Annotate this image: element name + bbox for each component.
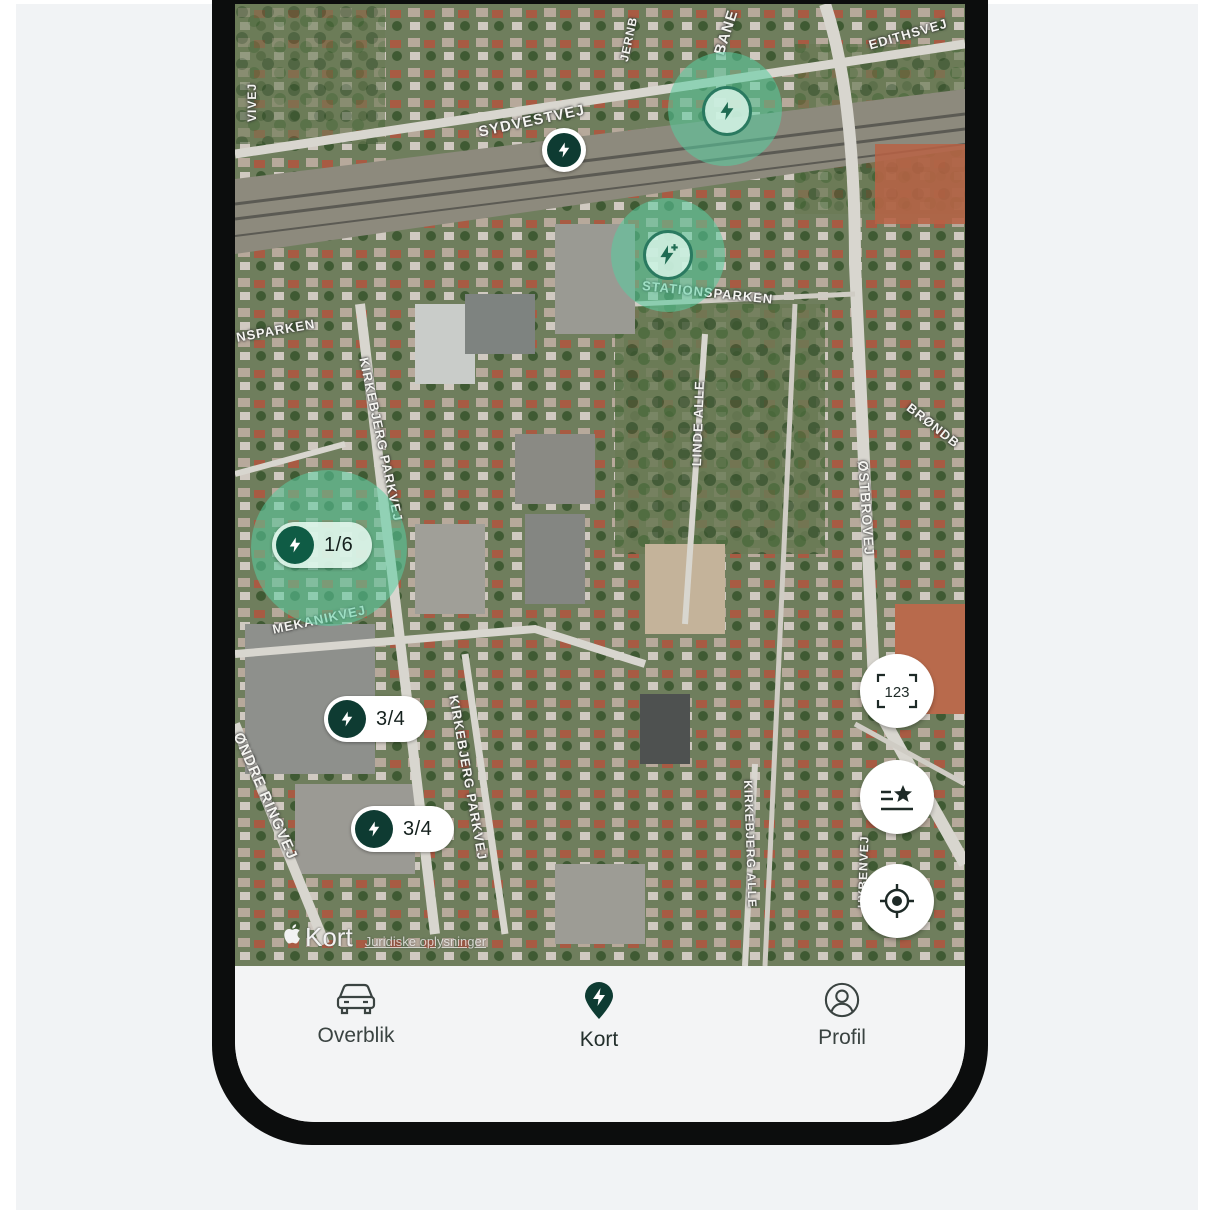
bottom-tab-bar: Overblik Kort Profil (235, 966, 965, 1122)
street-label: VIVEJ (245, 82, 259, 122)
charger-availability: 3/4 (376, 707, 406, 730)
charger-pin-station-north[interactable] (702, 86, 752, 136)
user-circle-icon (824, 982, 860, 1018)
satellite-map[interactable]: SYDVESTVEJ EDITHSVEJ BANE JERNB STATIONS… (235, 4, 965, 966)
bolt-icon (289, 537, 301, 553)
charger-availability: 3/4 (403, 817, 433, 840)
scan-number-button[interactable]: 123 (860, 654, 934, 728)
tab-overblik[interactable]: Overblik (276, 982, 436, 1048)
charger-pin-sydvestvej[interactable] (542, 128, 586, 172)
tab-profil[interactable]: Profil (762, 982, 922, 1050)
tab-label: Overblik (317, 1024, 395, 1047)
tab-label: Profil (818, 1026, 866, 1049)
locate-me-button[interactable] (860, 864, 934, 938)
bolt-badge (276, 526, 314, 564)
bolt-icon (558, 142, 570, 158)
charger-pill-south-1[interactable]: 3/4 (324, 696, 427, 742)
charger-pin-inner (547, 133, 581, 167)
bolt-icon (720, 101, 734, 121)
bolt-badge (328, 700, 366, 738)
tab-label: Kort (579, 1028, 619, 1051)
scan-123-text: 123 (884, 684, 909, 701)
map-brand: Kort (305, 922, 353, 952)
bolt-icon (341, 711, 353, 727)
apple-logo-icon (284, 924, 300, 944)
street-label: LINDE ALLE (689, 379, 707, 467)
scan-123-icon: 123 (876, 673, 918, 709)
charger-pill-mekanikvej[interactable]: 1/6 (272, 522, 372, 568)
favorites-filter-button[interactable] (860, 760, 934, 834)
tab-kort[interactable]: Kort (519, 982, 679, 1052)
bolt-icon (368, 821, 380, 837)
favorites-list-icon (881, 785, 913, 811)
bolt-badge (355, 810, 393, 848)
charger-pill-south-2[interactable]: 3/4 (351, 806, 454, 852)
bolt-plus-icon (660, 244, 678, 265)
map-pin-bolt-icon (585, 982, 613, 1019)
legal-link[interactable]: Juridiske oplysninger (365, 934, 486, 949)
car-icon (336, 983, 376, 1015)
charger-pin-stationsparken[interactable] (643, 230, 693, 280)
map-attribution: Kort Juridiske oplysninger (283, 922, 486, 953)
app-screen: SYDVESTVEJ EDITHSVEJ BANE JERNB STATIONS… (235, 4, 965, 1122)
charger-availability: 1/6 (324, 533, 354, 556)
crosshair-icon (880, 884, 914, 918)
